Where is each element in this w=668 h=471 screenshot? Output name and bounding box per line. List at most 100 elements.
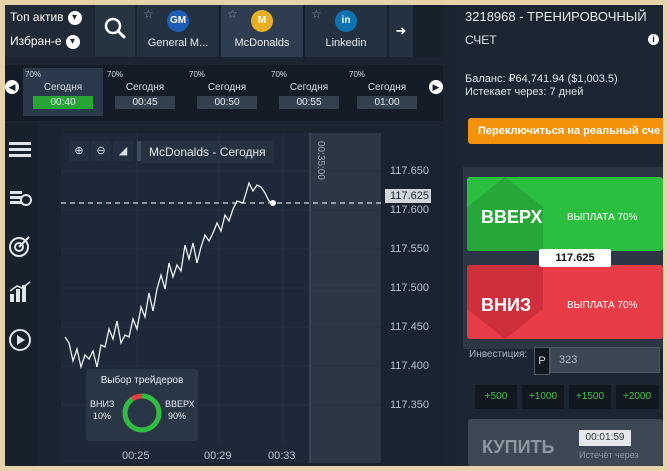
- sentiment-donut: [122, 393, 162, 433]
- chart-title: McDonalds - Сегодня: [141, 141, 274, 163]
- switch-to-real-button[interactable]: Переключиться на реальный сче: [468, 118, 663, 144]
- quick-add-1500-button[interactable]: +1500: [569, 385, 611, 409]
- x-tick-label: 00:29: [204, 450, 232, 462]
- current-price-tag: 117.625: [385, 189, 431, 203]
- asset-name: McDonalds: [234, 37, 290, 49]
- buy-timer-caption: Истечёт через: [579, 450, 639, 460]
- y-tick-label: 117.450: [390, 321, 429, 333]
- trade-buttons: ВВЕРХ ВЫПЛАТА 70% ВНИЗ ВЫПЛАТА 70% 117.6…: [463, 167, 663, 349]
- trader-choice-widget: Выбор трейдеров ВНИЗ 10% ВВЕРХ 90%: [86, 369, 198, 441]
- asset-tab-general-motors[interactable]: ☆ GM General M...: [137, 5, 219, 57]
- search-button[interactable]: [95, 5, 135, 57]
- asset-name: Linkedin: [325, 37, 367, 49]
- target-icon[interactable]: [7, 233, 33, 259]
- expiry-time: 01:00: [357, 96, 417, 109]
- quick-add-1000-button[interactable]: +1000: [522, 385, 564, 409]
- quick-add-500-button[interactable]: +500: [475, 385, 517, 409]
- linkedin-logo: in: [335, 10, 357, 32]
- y-tick-label: 117.550: [390, 243, 429, 255]
- expiry-option[interactable]: 70% Сегодня 00:40: [23, 68, 103, 116]
- star-icon[interactable]: ☆: [311, 7, 322, 21]
- favorites-label: Избран-е: [10, 34, 62, 48]
- expiry-time: 00:55: [279, 96, 339, 109]
- dropdown-icon: ▾: [67, 10, 82, 25]
- bar-chart-icon[interactable]: [7, 279, 33, 305]
- down-payout: ВЫПЛАТА 70%: [567, 300, 638, 311]
- currency-selector[interactable]: Р: [534, 347, 550, 375]
- expiry-payout: 70%: [25, 70, 42, 79]
- up-arc: [122, 393, 162, 433]
- expiry-option[interactable]: 70% Сегодня 00:50: [187, 68, 267, 116]
- expiry-day: Сегодня: [367, 82, 407, 93]
- arrow-right-icon[interactable]: ▶: [429, 80, 443, 94]
- price-chart: 00:35:00 ⊕ ⊖ ◢ 1h ⁄ McDonalds - Сегодня …: [39, 123, 443, 466]
- x-tick-label: 00:33: [268, 450, 296, 462]
- zoom-out-icon[interactable]: ⊖: [91, 141, 111, 161]
- up-label: ВВЕРХ: [481, 207, 543, 227]
- current-price-dot: [270, 200, 276, 206]
- expiry-payout: 70%: [349, 70, 366, 79]
- account-id: 3218968 - ТРЕНИРОВОЧНЫЙ: [465, 9, 647, 24]
- down-label: ВНИЗ: [481, 295, 532, 315]
- left-toolbar: [5, 123, 37, 466]
- arrow-left-icon[interactable]: ◀: [5, 80, 19, 94]
- expiry-option[interactable]: 70% Сегодня 00:45: [105, 68, 185, 116]
- expiry-day: Сегодня: [289, 82, 329, 93]
- buy-label: КУПИТЬ: [482, 437, 555, 457]
- y-tick-label: 117.650: [390, 165, 429, 177]
- expiry-payout: 70%: [189, 70, 206, 79]
- star-icon[interactable]: ☆: [143, 7, 154, 21]
- expiry-day: Сегодня: [43, 82, 83, 93]
- star-icon[interactable]: ☆: [227, 7, 238, 21]
- mcdonalds-logo: M: [251, 10, 273, 32]
- expiry-time: 00:50: [197, 96, 257, 109]
- expiry-mark-label: 00:35:00: [315, 141, 326, 180]
- info-icon[interactable]: i: [648, 34, 659, 45]
- quick-add-2000-button[interactable]: +2000: [616, 385, 658, 409]
- trader-choice-title: Выбор трейдеров: [100, 375, 184, 386]
- expiry-day: Сегодня: [125, 82, 165, 93]
- down-button[interactable]: ВНИЗ ВЫПЛАТА 70%: [467, 265, 663, 339]
- top-assets-button[interactable]: Топ актив ▾: [5, 5, 93, 29]
- chart-type-icon[interactable]: ◢: [113, 141, 133, 161]
- asset-filter-panel: Топ актив ▾ Избран-е ▾: [5, 5, 93, 57]
- down-side-pct: 10%: [93, 411, 112, 421]
- buy-timer: 00:01:59: [579, 430, 631, 446]
- expiry-day: Сегодня: [207, 82, 247, 93]
- asset-tab-mcdonalds[interactable]: ☆ M McDonalds: [221, 5, 303, 57]
- search-icon: [104, 17, 126, 39]
- expiry-selector: ◀ 70% Сегодня 00:40 70% Сегодня 00:45 70…: [5, 65, 443, 121]
- asset-tab-linkedin[interactable]: ☆ in Linkedin: [305, 5, 387, 57]
- trade-panel: 3218968 - ТРЕНИРОВОЧНЫЙ СЧЕТ i Баланс: ₽…: [455, 5, 663, 466]
- up-side-label: ВВЕРХ: [165, 399, 195, 409]
- y-tick-label: 117.400: [390, 360, 429, 372]
- expiry-option[interactable]: 70% Сегодня 00:55: [269, 68, 349, 116]
- investment-amount-input[interactable]: [550, 347, 660, 373]
- asset-tabs: ☆ GM General M... ☆ M McDonalds ☆ in Lin…: [137, 5, 443, 57]
- favorites-button[interactable]: Избран-е ▾: [5, 29, 93, 53]
- up-button[interactable]: ВВЕРХ ВЫПЛАТА 70%: [467, 177, 663, 251]
- buy-button[interactable]: КУПИТЬ 00:01:59 Истечёт через: [468, 419, 663, 466]
- trading-platform: Топ актив ▾ Избран-е ▾ ☆ GM General M... ☆…: [5, 5, 663, 466]
- asset-name: General M...: [147, 37, 209, 49]
- y-tick-label: 117.600: [390, 204, 429, 216]
- menu-icon[interactable]: [7, 137, 33, 163]
- account-expiry: Истекает через: 7 дней: [465, 86, 584, 98]
- expiry-time: 00:40: [33, 96, 93, 109]
- account-balance: Баланс: ₽64,741.94 ($1,003.5): [465, 73, 618, 85]
- assets-next-arrow-icon[interactable]: ➜: [389, 5, 413, 57]
- x-tick-label: 00:25: [122, 450, 150, 462]
- account-type: СЧЕТ: [465, 33, 497, 47]
- coins-icon[interactable]: [7, 185, 33, 211]
- expiry-option[interactable]: 70% Сегодня 01:00: [347, 68, 427, 116]
- expiry-payout: 70%: [107, 70, 124, 79]
- expiry-payout: 70%: [271, 70, 288, 79]
- expiry-zone: [310, 133, 381, 463]
- zoom-in-icon[interactable]: ⊕: [69, 141, 89, 161]
- dropdown-icon: ▾: [65, 34, 80, 49]
- current-price-badge: 117.625: [539, 249, 611, 267]
- play-icon[interactable]: [7, 327, 33, 353]
- expiry-time: 00:45: [115, 96, 175, 109]
- investment-label: Инвестиция:: [469, 349, 528, 360]
- y-tick-label: 117.500: [390, 282, 429, 294]
